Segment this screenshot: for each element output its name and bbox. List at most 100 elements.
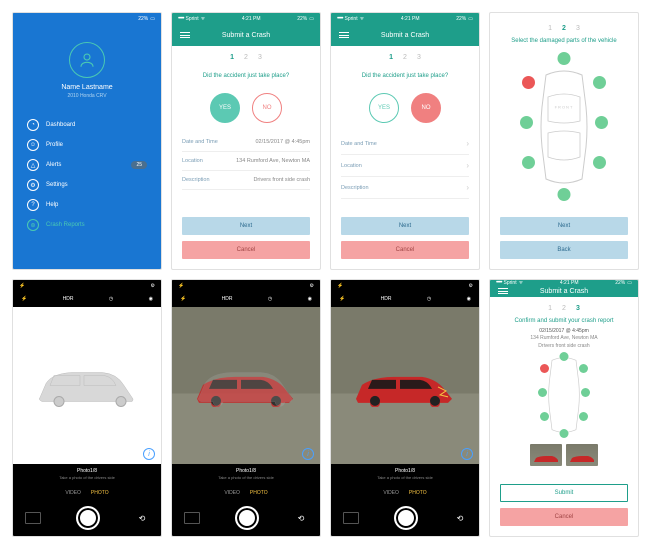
cancel-button[interactable]: Cancel (182, 241, 310, 259)
row-location[interactable]: Location134 Rumford Ave, Newton MA (182, 152, 310, 171)
row-description[interactable]: DescriptionDrivers front side crash (182, 171, 310, 190)
damage-zone-mid-left[interactable] (520, 116, 533, 129)
avatar-icon (69, 42, 105, 78)
row-datetime[interactable]: Date and Time› (341, 133, 469, 155)
gallery-thumb[interactable] (184, 512, 200, 524)
damage-zone (579, 364, 588, 373)
timer-icon[interactable]: ◷ (109, 296, 113, 302)
step-subtitle: Confirm and submit your crash report (490, 316, 638, 326)
submit-button[interactable]: Submit (500, 484, 628, 502)
hdr-toggle[interactable]: HDR (222, 296, 233, 302)
camera-viewfinder[interactable]: i (13, 307, 161, 464)
next-button[interactable]: Next (341, 217, 469, 235)
timer-icon[interactable]: ◷ (268, 296, 272, 302)
filter-icon[interactable]: ◉ (467, 296, 471, 302)
camera-photo-screen: ⚡⚙ ⚡ HDR ◷ ◉ i Photo1/8 Take a photo of … (330, 279, 480, 537)
switch-camera-icon[interactable]: ⟲ (453, 511, 467, 525)
row-description[interactable]: Description› (341, 177, 469, 199)
nav-settings[interactable]: ⚙Settings (13, 175, 161, 195)
cancel-button[interactable]: Cancel (341, 241, 469, 259)
confirm-details: 02/15/2017 @ 4:45pm 134 Rumford Ave, New… (490, 326, 638, 351)
damage-zone-mid-right[interactable] (595, 116, 608, 129)
mode-video[interactable]: VIDEO (383, 490, 399, 496)
nav-alerts[interactable]: △Alerts25 (13, 155, 161, 175)
no-button[interactable]: NO (411, 93, 441, 123)
camera-viewfinder[interactable]: i (172, 307, 320, 464)
nav-help[interactable]: ?Help (13, 195, 161, 215)
status-bar: ⚡⚙ (172, 280, 320, 291)
yes-button[interactable]: YES (369, 93, 399, 123)
step-3: 3 (576, 305, 580, 312)
app-header: Submit a Crash (172, 24, 320, 46)
sidebar-menu-screen: 22% ▭ Name Lastname 2010 Honda CRV ◔Dash… (12, 12, 162, 270)
gallery-thumb[interactable] (343, 512, 359, 524)
flash-icon[interactable]: ⚡ (339, 296, 345, 302)
confirm-datetime: 02/15/2017 @ 4:45pm (490, 328, 638, 336)
alerts-badge: 25 (131, 161, 147, 169)
menu-icon[interactable] (339, 32, 349, 38)
signal-icon (337, 16, 343, 22)
status-bar: ⚡⚙ (13, 280, 161, 291)
row-location[interactable]: Location› (341, 155, 469, 177)
shutter-button[interactable] (235, 506, 259, 530)
submit-crash-step1-no: Sprint ᯤ 4:21 PM 22% ▭ Submit a Crash 1 … (330, 12, 480, 270)
camera-top-controls: ⚡ HDR ◷ ◉ (331, 291, 479, 307)
next-button[interactable]: Next (182, 217, 310, 235)
flash-icon[interactable]: ⚡ (21, 296, 27, 302)
prompt-text: Did the accident just take place? (331, 65, 479, 87)
mode-photo[interactable]: PHOTO (409, 490, 427, 496)
mode-video[interactable]: VIDEO (65, 490, 81, 496)
hdr-toggle[interactable]: HDR (381, 296, 392, 302)
row-datetime[interactable]: Date and Time02/15/2017 @ 4:45pm (182, 133, 310, 152)
info-icon[interactable]: i (461, 448, 473, 460)
settings-icon: ⚙ (27, 179, 39, 191)
info-icon[interactable]: i (302, 448, 314, 460)
mode-photo[interactable]: PHOTO (250, 490, 268, 496)
switch-camera-icon[interactable]: ⟲ (135, 511, 149, 525)
filter-icon[interactable]: ◉ (149, 296, 153, 302)
gallery-thumb[interactable] (25, 512, 41, 524)
app-header: Submit a Crash (490, 286, 638, 297)
shutter-button[interactable] (394, 506, 418, 530)
hdr-toggle[interactable]: HDR (63, 296, 74, 302)
yes-button[interactable]: YES (210, 93, 240, 123)
step-subtitle: Select the damaged parts of the vehicle (490, 36, 638, 46)
alerts-icon: △ (27, 159, 39, 171)
next-button[interactable]: Next (500, 217, 628, 235)
timer-icon[interactable]: ◷ (427, 296, 431, 302)
photo-thumbnails (490, 440, 638, 470)
camera-controls: ⟲ (172, 500, 320, 536)
no-button[interactable]: NO (252, 93, 282, 123)
step-2: 2 (244, 54, 248, 61)
wizard-steps: 1 2 3 (331, 46, 479, 65)
damage-zone-rear[interactable] (558, 188, 571, 201)
damage-zone-front-left[interactable] (522, 76, 535, 89)
mode-video[interactable]: VIDEO (224, 490, 240, 496)
info-icon[interactable]: i (143, 448, 155, 460)
photo-thumb[interactable] (530, 444, 562, 466)
camera-viewfinder[interactable]: i (331, 307, 479, 464)
nav-menu: ◔Dashboard ☺Profile △Alerts25 ⚙Settings … (13, 109, 161, 241)
mode-photo[interactable]: PHOTO (91, 490, 109, 496)
camera-controls: ⟲ (331, 500, 479, 536)
user-name: Name Lastname (61, 84, 112, 91)
cancel-button[interactable]: Cancel (500, 508, 628, 526)
damage-zone-front[interactable] (558, 52, 571, 65)
photo-thumb[interactable] (566, 444, 598, 466)
nav-dashboard[interactable]: ◔Dashboard (13, 115, 161, 135)
switch-camera-icon[interactable]: ⟲ (294, 511, 308, 525)
camera-modes: VIDEO PHOTO (331, 486, 479, 500)
menu-icon[interactable] (498, 288, 508, 294)
shutter-button[interactable] (76, 506, 100, 530)
nav-profile[interactable]: ☺Profile (13, 135, 161, 155)
back-button[interactable]: Back (500, 241, 628, 259)
flash-icon[interactable]: ⚡ (180, 296, 186, 302)
menu-icon[interactable] (180, 32, 190, 38)
damage-zone-front-right[interactable] (593, 76, 606, 89)
damage-zone-rear-left[interactable] (522, 156, 535, 169)
camera-modes: VIDEO PHOTO (13, 486, 161, 500)
damage-zone-rear-right[interactable] (593, 156, 606, 169)
user-profile-header[interactable]: Name Lastname 2010 Honda CRV (13, 24, 161, 109)
nav-crash-reports[interactable]: ⊛Crash Reports (13, 215, 161, 235)
filter-icon[interactable]: ◉ (308, 296, 312, 302)
